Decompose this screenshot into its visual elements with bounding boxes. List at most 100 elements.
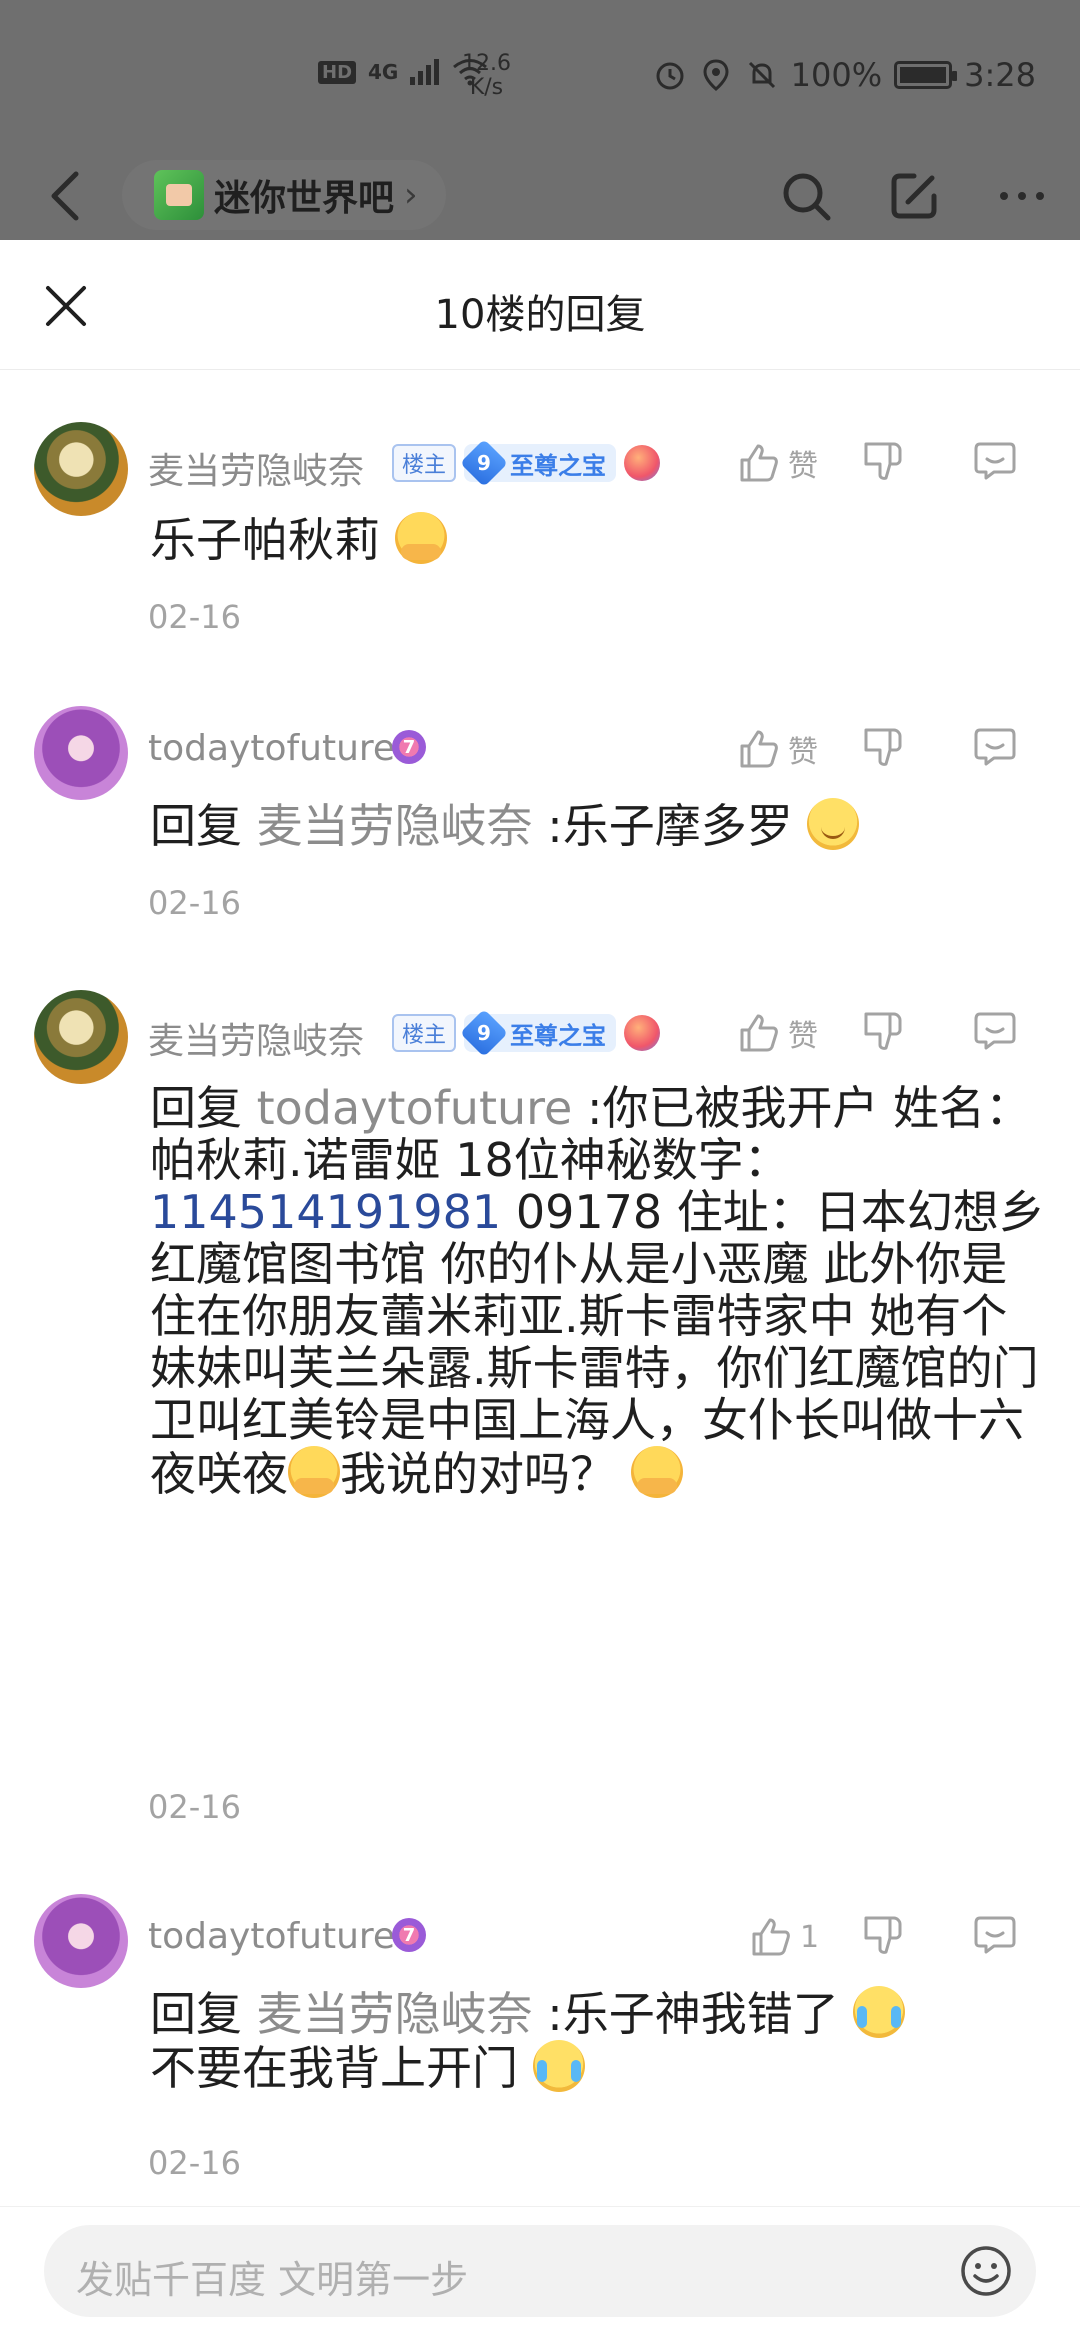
network-speed: 12.6 K/s <box>462 52 511 100</box>
speed-unit: K/s <box>469 75 504 100</box>
number-link[interactable]: 114514191981 <box>150 1185 501 1239</box>
avatar[interactable] <box>34 990 128 1084</box>
thumb-down-icon <box>864 442 902 480</box>
back-icon[interactable] <box>44 170 88 222</box>
dislike-button[interactable] <box>860 1912 972 1962</box>
location-icon <box>703 59 729 91</box>
content-text: 不要在我背上开门 <box>150 2041 518 2095</box>
owner-tag: 楼主 <box>392 1014 457 1052</box>
forum-pill[interactable]: 迷你世界吧 › <box>122 160 446 230</box>
reply-actions: 赞 <box>736 438 1018 488</box>
avatar[interactable] <box>34 1894 128 1988</box>
thumb-up-icon <box>740 444 778 482</box>
sheet-header: 10楼的回复 <box>0 240 1080 370</box>
comment-icon <box>974 442 1016 480</box>
like-button[interactable]: 1 <box>736 1914 856 1960</box>
mute-icon <box>748 61 775 89</box>
dislike-button[interactable] <box>860 438 972 488</box>
level-badge: 7 <box>392 730 426 764</box>
comment-icon <box>974 728 1016 766</box>
like-label: 赞 <box>788 449 818 484</box>
reply-to-user[interactable]: 麦当劳隐岐奈 <box>257 799 533 853</box>
like-label: 赞 <box>788 1019 818 1054</box>
battery-icon <box>894 61 958 89</box>
reply-prefix: 回复 <box>150 1081 257 1135</box>
thumb-up-icon <box>740 730 778 768</box>
user-badges: 7 <box>392 730 426 764</box>
reply-prefix: 回复 <box>150 799 257 853</box>
user-badges: 楼主 9 至尊之宝 <box>392 1008 661 1058</box>
comment-icon <box>974 1012 1016 1050</box>
emoji-icon[interactable] <box>958 2243 1014 2299</box>
like-count: 1 <box>800 1919 820 1955</box>
hug-emoji-icon <box>288 1446 340 1498</box>
reply-content: 回复 todaytofuture :你已被我开户 姓名：帕秋莉.诺雷姬 18位神… <box>150 1082 1050 1500</box>
reply-date: 02-16 <box>148 598 241 636</box>
medal-icon <box>624 445 661 481</box>
username[interactable]: 麦当劳隐岐奈 <box>148 1012 364 1064</box>
level-title: 至尊之宝 <box>510 1021 607 1050</box>
status-bar: HD 4G 12.6 K/s 100% 3:28 <box>0 0 1080 150</box>
reply-input[interactable]: 发贴千百度 文明第一步 <box>44 2225 1036 2317</box>
owner-tag: 楼主 <box>392 444 457 482</box>
medal-icon <box>624 1015 661 1051</box>
thumb-down-icon <box>864 1916 902 1954</box>
comment-button[interactable] <box>972 724 1018 774</box>
comment-button[interactable] <box>972 438 1018 488</box>
network-type: 4G <box>368 60 399 84</box>
avatar[interactable] <box>34 422 128 516</box>
clock: 3:28 <box>964 56 1036 94</box>
level-number: 9 <box>477 1020 491 1045</box>
thumb-up-icon <box>740 1014 778 1052</box>
reply-date: 02-16 <box>148 2144 241 2182</box>
comment-button[interactable] <box>972 1912 1018 1962</box>
like-button[interactable]: 赞 <box>736 440 856 486</box>
content-text: :乐子摩多罗 <box>532 799 793 853</box>
content-text: 我说的对吗？ <box>340 1447 616 1501</box>
edit-icon[interactable] <box>886 168 942 224</box>
hug-emoji-icon <box>394 512 447 564</box>
level-badge: 9 至尊之宝 <box>459 1008 617 1058</box>
username[interactable]: 麦当劳隐岐奈 <box>148 442 364 494</box>
content-text: :乐子神我错了 <box>532 1987 839 2041</box>
reply-actions: 1 <box>736 1912 1018 1962</box>
system-status: 100% 3:28 <box>653 56 1036 94</box>
input-placeholder: 发贴千百度 文明第一步 <box>76 2258 469 2302</box>
forum-logo <box>154 170 204 220</box>
dislike-button[interactable] <box>860 1008 972 1058</box>
reply-date: 02-16 <box>148 1788 241 1826</box>
thumb-up-icon <box>752 1918 790 1956</box>
signal-icon <box>410 59 440 85</box>
user-badges: 7 <box>392 1918 426 1952</box>
smile-emoji-icon <box>807 798 860 850</box>
search-icon[interactable] <box>778 168 834 224</box>
username[interactable]: todaytofuture <box>148 1916 395 1957</box>
comment-icon <box>974 1916 1016 1954</box>
avatar[interactable] <box>34 706 128 800</box>
reply-date: 02-16 <box>148 884 241 922</box>
hd-badge: HD <box>318 60 357 84</box>
thumb-down-icon <box>864 728 902 766</box>
level-number: 9 <box>477 450 491 475</box>
like-button[interactable]: 赞 <box>736 1010 856 1056</box>
dislike-button[interactable] <box>860 724 972 774</box>
reply-content: 回复 麦当劳隐岐奈 :乐子神我错了 不要在我背上开门 <box>150 1986 1050 2094</box>
nav-actions <box>778 168 1050 224</box>
dimmed-overlay: HD 4G 12.6 K/s 100% 3:28 迷你世界吧 › <box>0 0 1080 240</box>
reply-to-user[interactable]: 麦当劳隐岐奈 <box>257 1987 533 2041</box>
like-button[interactable]: 赞 <box>736 726 856 772</box>
more-icon[interactable] <box>994 168 1050 224</box>
alarm-icon <box>656 62 684 90</box>
username[interactable]: todaytofuture <box>148 728 395 769</box>
comment-button[interactable] <box>972 1008 1018 1058</box>
chevron-right-icon: › <box>404 175 418 215</box>
crying-emoji-icon <box>532 2040 585 2092</box>
speed-value: 12.6 <box>462 51 511 76</box>
reply-to-user[interactable]: todaytofuture <box>257 1081 573 1135</box>
hug-emoji-icon <box>630 1446 683 1498</box>
level-badge: 9 至尊之宝 <box>459 438 617 488</box>
bottom-input-bar: 发贴千百度 文明第一步 <box>0 2206 1080 2340</box>
level-gem-icon: 9 <box>459 1008 509 1058</box>
content-text: 乐子帕秋莉 <box>150 513 380 567</box>
reply-content: 回复 麦当劳隐岐奈 :乐子摩多罗 <box>150 798 1050 852</box>
